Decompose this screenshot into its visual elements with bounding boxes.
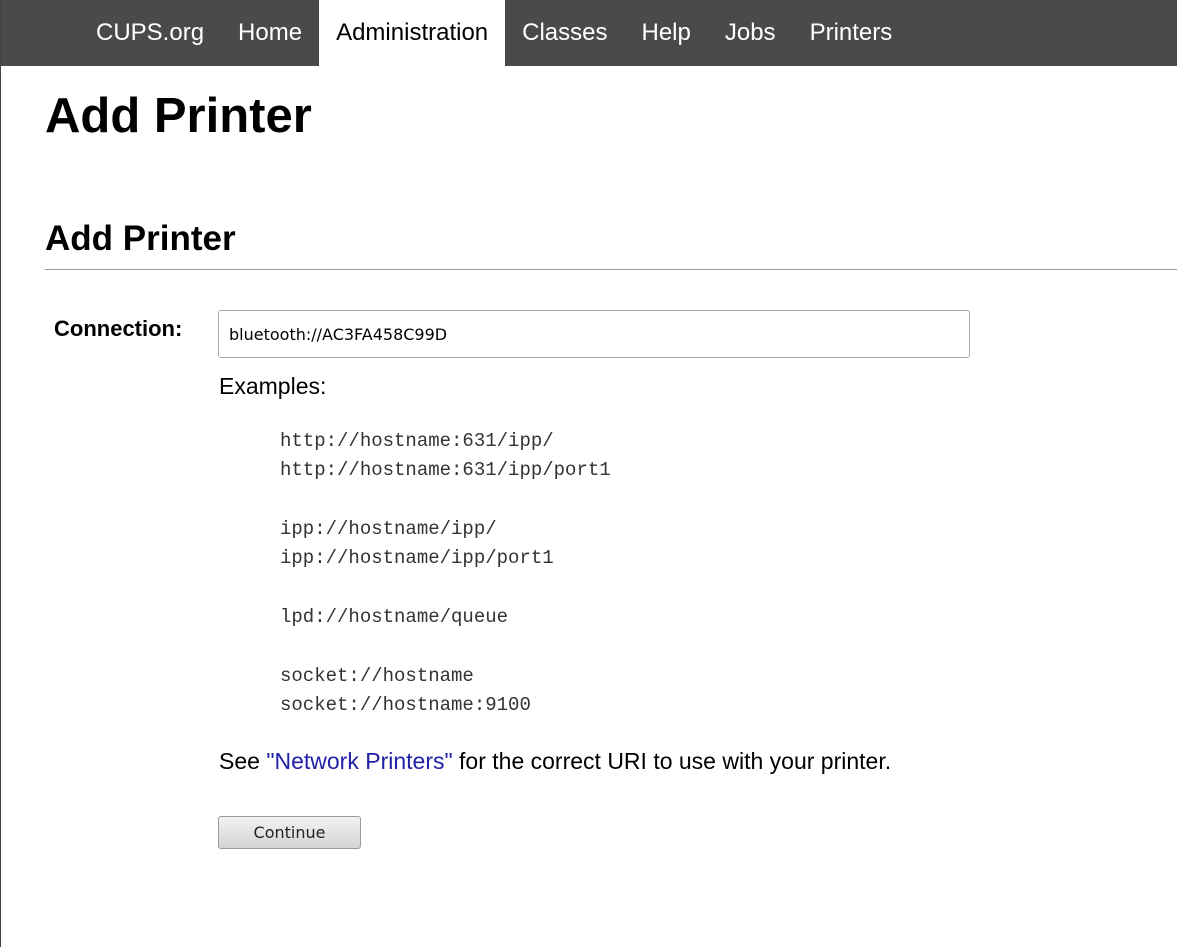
nav-item-printers[interactable]: Printers bbox=[793, 0, 910, 66]
examples-label: Examples: bbox=[219, 373, 327, 399]
examples-list: http://hostname:631/ipp/ http://hostname… bbox=[280, 427, 611, 750]
nav-item-help[interactable]: Help bbox=[625, 0, 708, 66]
nav-item-classes[interactable]: Classes bbox=[505, 0, 624, 66]
continue-button[interactable]: Continue bbox=[218, 816, 361, 849]
note-suffix: for the correct URI to use with your pri… bbox=[452, 748, 892, 774]
example-group-http: http://hostname:631/ipp/ http://hostname… bbox=[280, 427, 611, 485]
example-uri: ipp://hostname/ipp/ bbox=[280, 518, 497, 540]
network-printers-link[interactable]: "Network Printers" bbox=[266, 748, 452, 774]
connection-input[interactable] bbox=[218, 310, 970, 358]
example-group-socket: socket://hostname socket://hostname:9100 bbox=[280, 662, 611, 720]
connection-label: Connection: bbox=[54, 316, 183, 341]
top-navbar: CUPS.org Home Administration Classes Hel… bbox=[1, 0, 1177, 66]
example-uri: http://hostname:631/ipp/ bbox=[280, 430, 554, 452]
section-divider bbox=[45, 269, 1177, 270]
example-group-lpd: lpd://hostname/queue bbox=[280, 603, 611, 632]
example-uri: lpd://hostname/queue bbox=[280, 606, 509, 628]
example-group-ipp: ipp://hostname/ipp/ ipp://hostname/ipp/p… bbox=[280, 515, 611, 573]
page: CUPS.org Home Administration Classes Hel… bbox=[0, 0, 1177, 947]
note-prefix: See bbox=[219, 748, 267, 774]
section-title: Add Printer bbox=[45, 219, 236, 258]
page-title: Add Printer bbox=[45, 89, 312, 143]
nav-item-jobs[interactable]: Jobs bbox=[708, 0, 793, 66]
network-printers-note: See "Network Printers" for the correct U… bbox=[219, 748, 891, 775]
nav-item-cups-org[interactable]: CUPS.org bbox=[79, 0, 221, 66]
example-uri: socket://hostname bbox=[280, 665, 474, 687]
example-uri: http://hostname:631/ipp/port1 bbox=[280, 459, 611, 481]
nav-item-home[interactable]: Home bbox=[221, 0, 319, 66]
example-uri: ipp://hostname/ipp/port1 bbox=[280, 547, 554, 569]
example-uri: socket://hostname:9100 bbox=[280, 694, 531, 716]
nav-item-administration[interactable]: Administration bbox=[319, 0, 506, 66]
